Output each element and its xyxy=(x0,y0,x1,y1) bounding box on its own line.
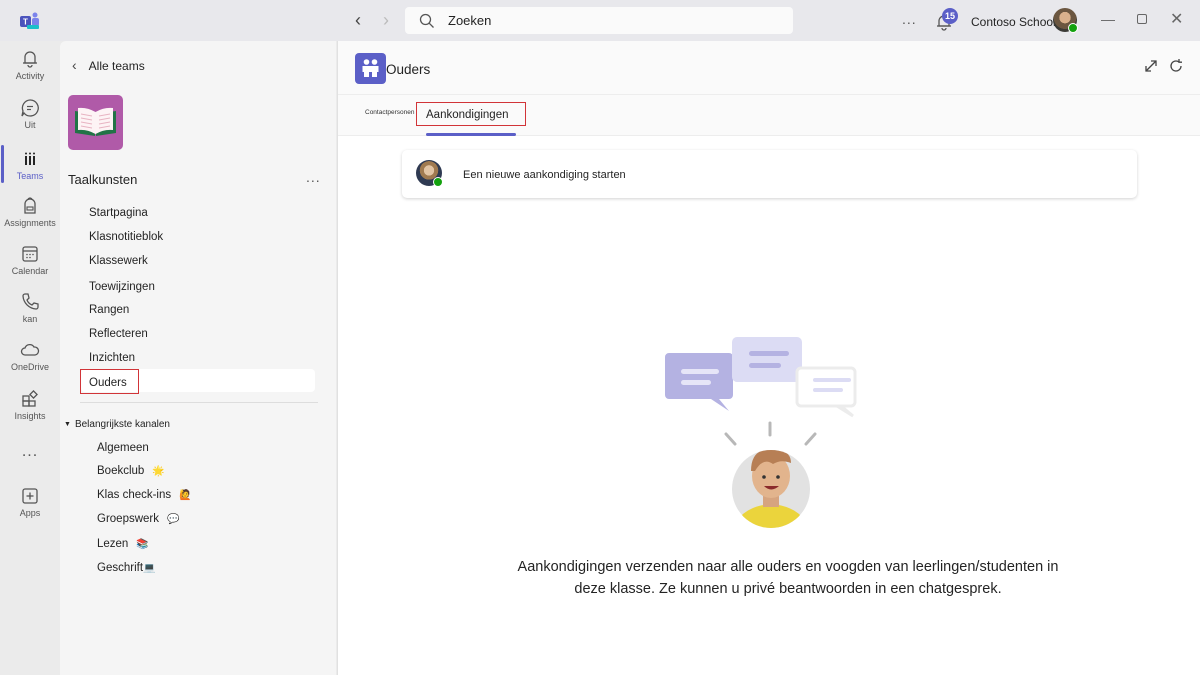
channel-header: Ouders xyxy=(338,41,1200,95)
main-content: Ouders Contactpersonen Aankondigingen Ee… xyxy=(337,41,1200,675)
channel-icon xyxy=(355,53,386,84)
rail-item-more[interactable]: ... xyxy=(0,441,60,487)
search-input[interactable]: Zoeken xyxy=(448,13,491,28)
rail-item-activity[interactable]: Activity xyxy=(0,49,60,95)
more-options-icon[interactable]: ... xyxy=(902,11,917,27)
rail-label: Apps xyxy=(19,508,41,518)
chat-icon xyxy=(21,99,39,117)
channel-name: Klas check-ins xyxy=(97,489,172,501)
nav-item-startpagina[interactable]: Startpagina xyxy=(89,207,148,219)
rail-item-assignments[interactable]: Assignments xyxy=(0,196,60,242)
forward-arrow-icon[interactable]: › xyxy=(378,10,394,30)
expand-icon[interactable] xyxy=(1143,58,1159,74)
team-more-options-icon[interactable]: ... xyxy=(306,169,321,185)
rail-label: Calendar xyxy=(11,266,49,276)
insights-icon xyxy=(22,390,38,407)
tab-bar: Contactpersonen Aankondigingen xyxy=(338,95,1200,136)
channel-item[interactable]: Lezen 📚 xyxy=(97,538,149,550)
raised-hand-emoji-icon: 🙋 xyxy=(179,490,192,501)
rail-item-onedrive[interactable]: OneDrive xyxy=(0,340,60,386)
star-emoji-icon: 🌟 xyxy=(152,466,165,477)
cloud-icon xyxy=(20,343,40,356)
channel-item[interactable]: Boekclub 🌟 xyxy=(97,465,165,477)
calendar-icon xyxy=(22,246,38,262)
announcements-illustration xyxy=(665,337,857,528)
channel-item[interactable]: Groepswerk 💬 xyxy=(97,513,179,525)
channel-name: Groepswerk xyxy=(97,513,159,525)
rail-label: OneDrive xyxy=(10,362,49,372)
all-teams-label: Alle teams xyxy=(88,59,145,73)
channel-name: Lezen xyxy=(97,538,129,550)
team-avatar xyxy=(68,95,123,150)
books-emoji-icon: 📚 xyxy=(136,539,149,550)
nav-item-inzichten[interactable]: Inzichten xyxy=(89,352,135,364)
rail-item-insights[interactable]: Insights xyxy=(0,389,60,435)
channel-name: Boekclub xyxy=(97,465,145,477)
add-app-icon xyxy=(22,488,38,504)
new-announcement-label: Een nieuwe aankondiging starten xyxy=(463,169,626,181)
chevron-left-icon: ‹ xyxy=(72,57,77,73)
highlight-box xyxy=(80,369,139,394)
rail-label: Assignments xyxy=(4,218,56,228)
team-panel: ‹ Alle teams Taalkunsten ... Startpagina… xyxy=(60,41,336,675)
search-icon xyxy=(419,13,434,28)
nav-item-reflecteren[interactable]: Reflecteren xyxy=(89,328,148,340)
rail-label: Uit xyxy=(24,120,36,130)
divider xyxy=(80,402,318,403)
title-bar: T ‹ › Zoeken ... 15 Contoso Schools — ✕ xyxy=(0,0,1200,41)
back-arrow-icon[interactable]: ‹ xyxy=(350,10,366,30)
phone-icon xyxy=(22,293,39,310)
svg-text:T: T xyxy=(23,18,28,27)
refresh-icon[interactable] xyxy=(1168,58,1184,74)
minimize-icon[interactable]: — xyxy=(1101,11,1115,27)
nav-item-toewijzingen[interactable]: Toewijzingen xyxy=(89,281,155,293)
rail-label: Insights xyxy=(14,411,46,421)
notification-badge: 15 xyxy=(942,8,958,24)
nav-item-rangen[interactable]: Rangen xyxy=(89,304,129,316)
rail-label: Teams xyxy=(16,171,44,181)
rail-item-teams[interactable]: Teams xyxy=(0,149,60,195)
teams-logo-icon: T xyxy=(20,12,39,29)
org-name[interactable]: Contoso Schools xyxy=(971,15,1062,29)
bell-icon xyxy=(23,51,37,68)
close-icon[interactable]: ✕ xyxy=(1170,9,1183,29)
caret-down-icon: ▼ xyxy=(64,421,71,428)
channel-name: Geschrift xyxy=(97,562,144,574)
rail-item-chat[interactable]: Uit xyxy=(0,98,60,144)
presence-available-icon xyxy=(433,177,443,187)
channels-section-toggle[interactable]: ▼ Belangrijkste kanalen xyxy=(64,419,170,430)
channel-item[interactable]: Geschrift💻 xyxy=(97,562,155,574)
parents-icon xyxy=(362,59,379,77)
empty-state-message: Aankondigingen verzenden naar alle ouder… xyxy=(517,559,1059,597)
backpack-icon xyxy=(24,197,36,214)
channel-name: Algemeen xyxy=(97,442,149,454)
highlight-box xyxy=(416,102,526,126)
all-teams-link[interactable]: ‹ Alle teams xyxy=(72,57,145,73)
speech-bubble-emoji-icon: 💬 xyxy=(167,514,180,525)
teams-icon xyxy=(25,152,35,165)
tab-contactpersonen[interactable]: Contactpersonen xyxy=(365,109,415,116)
rail-label: Activity xyxy=(15,71,45,81)
channel-item[interactable]: Algemeen xyxy=(97,442,149,454)
presence-available-icon xyxy=(1068,23,1078,33)
team-name: Taalkunsten xyxy=(68,172,138,187)
nav-item-klasnotitieblok[interactable]: Klasnotitieblok xyxy=(89,231,163,243)
rail-label: kan xyxy=(22,314,38,324)
channel-title: Ouders xyxy=(386,62,431,77)
new-announcement-button[interactable]: Een nieuwe aankondiging starten xyxy=(402,150,1137,198)
active-tab-indicator xyxy=(426,133,516,136)
rail-item-calls[interactable]: kan xyxy=(0,292,60,338)
book-icon xyxy=(75,107,116,136)
laptop-emoji-icon: 💻 xyxy=(143,563,156,574)
restore-icon[interactable] xyxy=(1137,14,1147,24)
rail-item-calendar[interactable]: Calendar xyxy=(0,244,60,290)
search-box[interactable]: Zoeken xyxy=(405,7,793,34)
nav-item-klassewerk[interactable]: Klassewerk xyxy=(89,255,148,267)
channel-item[interactable]: Klas check-ins 🙋 xyxy=(97,489,192,501)
more-apps-icon: ... xyxy=(21,443,39,460)
rail-item-apps[interactable]: Apps xyxy=(0,486,60,532)
app-rail: Activity Uit Teams Assignments Calendar … xyxy=(0,41,60,675)
section-title: Belangrijkste kanalen xyxy=(74,419,170,430)
